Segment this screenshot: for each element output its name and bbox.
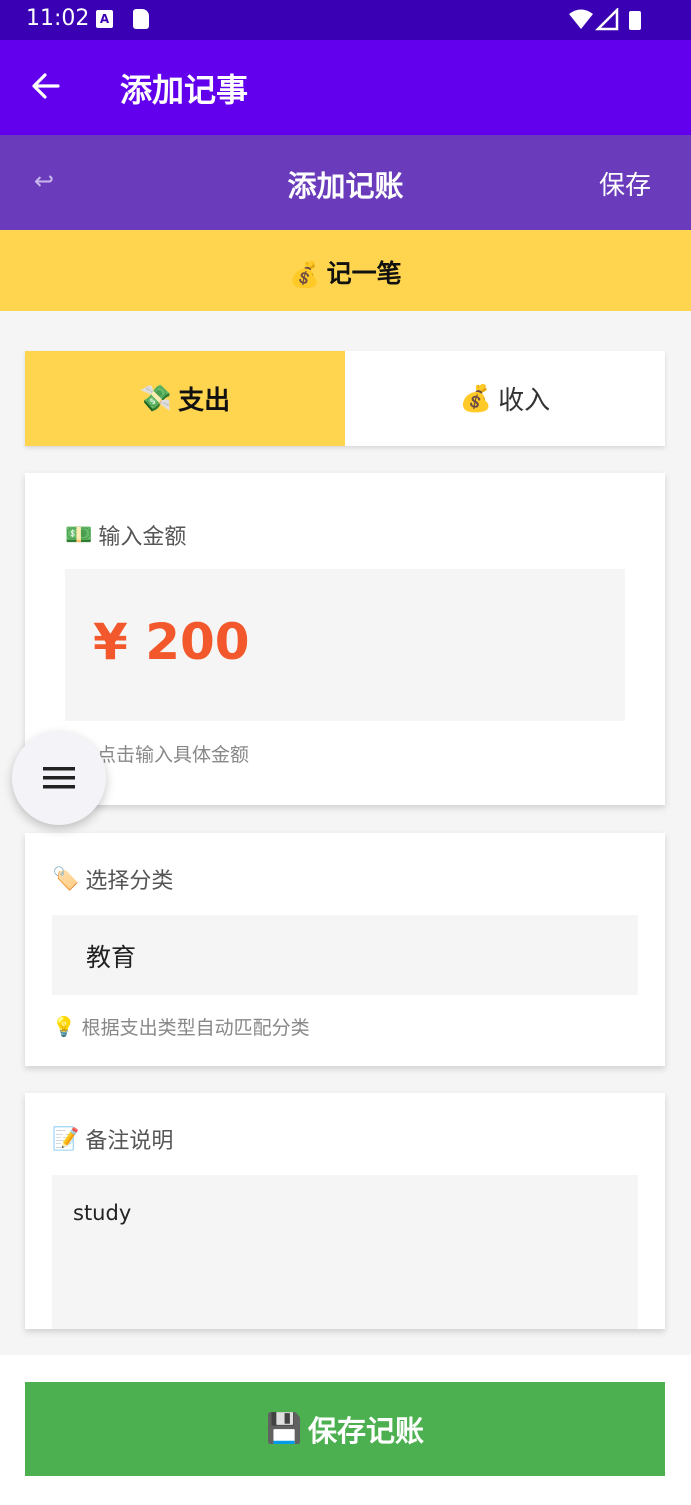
record-banner: 💰 记一笔 [0,230,691,311]
signal-icon [594,8,619,31]
category-hint-text: 根据支出类型自动匹配分类 [81,1017,310,1039]
amount-card: 💵 输入金额 ¥ 200 点击输入具体金额 [25,473,665,805]
label-tag-icon: 🏷️ [52,866,80,892]
amount-value: ¥ 200 [93,613,250,671]
menu-icon [43,767,75,789]
note-label: 备注说明 [85,1129,174,1154]
tab-expense[interactable]: 💸 支出 [25,351,345,446]
note-card: 📝 备注说明 study [25,1093,665,1329]
money-bag-icon: 💰 [289,260,321,289]
category-card: 🏷️ 选择分类 教育 💡 根据支出类型自动匹配分类 [25,833,665,1066]
dollar-banknote-icon: 💵 [65,522,93,548]
amount-label: 输入金额 [98,525,187,550]
tab-income[interactable]: 💰 收入 [345,351,665,446]
wifi-icon [569,9,593,29]
sub-header: ↩ 添加记账 保存 [0,135,691,230]
type-tabs: 💸 支出 💰 收入 [25,351,665,446]
save-record-button[interactable]: 💾 保存记账 [25,1382,665,1476]
amount-label-row: 💵 输入金额 [65,519,186,551]
note-label-row: 📝 备注说明 [52,1123,173,1155]
memo-icon: 📝 [52,1126,80,1152]
status-time: 11:02 [26,6,90,31]
app-bar: 添加记事 [0,40,691,135]
sub-header-title: 添加记账 [287,169,404,203]
amount-hint-text: 点击输入具体金额 [97,744,250,766]
category-label: 选择分类 [85,869,174,894]
category-select[interactable]: 教育 [52,915,638,995]
money-wings-icon: 💸 [139,383,173,414]
category-label-row: 🏷️ 选择分类 [52,863,173,895]
amount-input[interactable]: ¥ 200 [65,569,625,721]
arrow-left-icon[interactable] [26,66,66,106]
banner-label: 记一笔 [326,259,402,288]
floating-menu-button[interactable] [12,731,106,825]
header-save-button[interactable]: 保存 [599,165,651,202]
note-value: study [73,1201,132,1225]
status-bar: 11:02 A [0,0,691,40]
status-icons [569,8,641,31]
notification-a-icon: A [96,10,113,28]
note-textarea[interactable]: study [52,1175,638,1329]
light-bulb-icon: 💡 [52,1016,76,1038]
tab-income-label: 收入 [498,386,551,416]
amount-hint: 点击输入具体金额 [97,740,249,767]
money-bag-icon: 💰 [459,383,493,414]
bottom-bar: 💾 保存记账 [0,1355,691,1505]
floppy-disk-icon: 💾 [265,1413,303,1445]
save-record-label: 保存记账 [308,1416,425,1448]
category-hint: 💡 根据支出类型自动匹配分类 [52,1013,310,1040]
tab-expense-label: 支出 [178,386,231,416]
sd-card-icon [133,9,149,29]
battery-icon [629,11,641,30]
app-bar-title: 添加记事 [120,71,249,109]
category-value: 教育 [86,943,137,972]
